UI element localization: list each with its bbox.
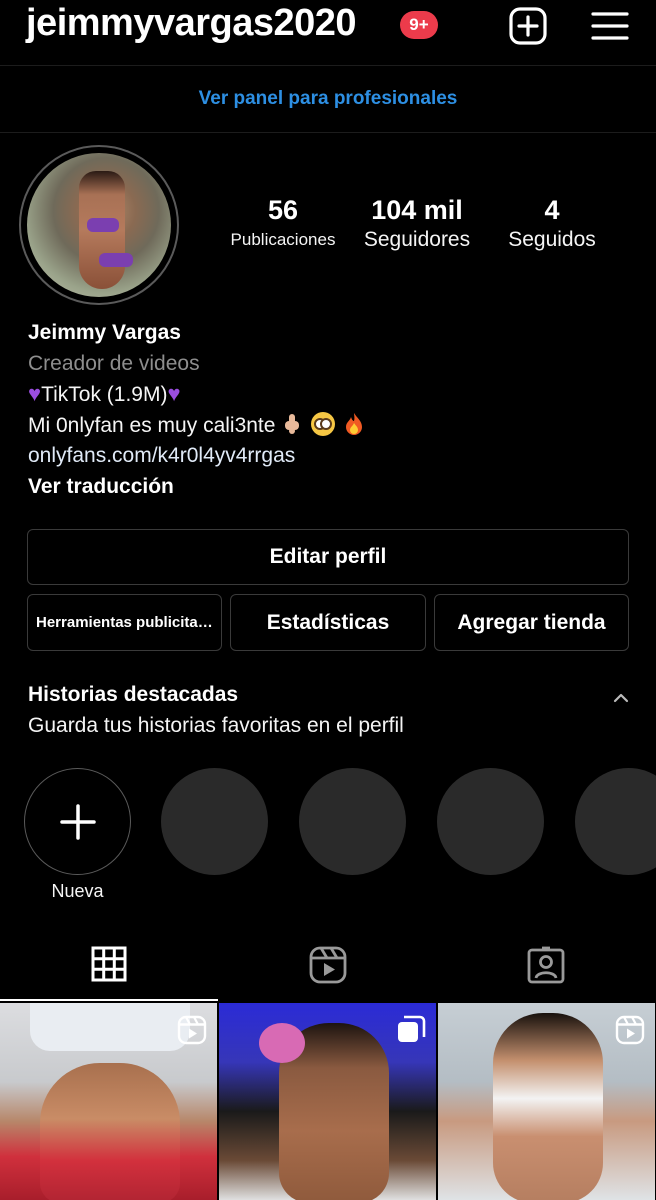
bio-tiktok-text: TikTok (1.9M) (41, 383, 168, 406)
bio-line-onlyfans: Mi 0nlyfan es muy cali3nte (28, 411, 628, 442)
see-translation-link[interactable]: Ver traducción (28, 472, 628, 503)
professional-dashboard-link[interactable]: Ver panel para profesionales (0, 67, 656, 133)
purple-heart-icon: ♥ (28, 381, 42, 406)
bio-link[interactable]: onlyfans.com/k4r0l4yv4rrgas (28, 441, 628, 472)
bio-line-tiktok: ♥TikTok (1.9M)♥ (28, 379, 628, 411)
following-count[interactable]: 4 Seguidos (496, 194, 608, 254)
followers-count-value: 104 mil (371, 195, 463, 225)
new-highlight-label: Nueva (51, 881, 104, 901)
edit-profile-button[interactable]: Editar perfil (27, 529, 629, 585)
highlight-placeholder (161, 768, 268, 875)
post-thumbnail[interactable] (0, 1003, 217, 1200)
post-thumbnail[interactable] (438, 1003, 655, 1200)
highlights-title: Historias destacadas (28, 683, 239, 706)
purple-heart-icon: ♥ (167, 381, 181, 406)
fire-icon (345, 412, 362, 435)
bio-onlyfans-text: Mi 0nlyfan es muy cali3nte (28, 413, 276, 437)
avatar-photo (27, 153, 171, 297)
plus-square-icon[interactable] (508, 6, 548, 46)
profile-tabs (0, 930, 656, 1002)
reels-icon (615, 1015, 645, 1045)
following-count-label: Seguidos (508, 228, 596, 251)
profile-bio: Jeimmy Vargas Creador de videos ♥TikTok … (28, 318, 628, 502)
flushed-face-icon (311, 411, 336, 436)
tagged-icon (527, 946, 565, 984)
notifications-badge[interactable]: 9+ (400, 11, 438, 39)
active-tab-indicator (0, 999, 218, 1001)
posts-count-label: Publicaciones (230, 230, 336, 249)
posts-count[interactable]: 56 Publicaciones (222, 194, 344, 254)
carousel-icon (398, 1015, 426, 1042)
new-highlight-button[interactable] (24, 768, 131, 875)
following-count-value: 4 (544, 195, 560, 225)
pointing-down-icon (285, 413, 300, 434)
highlight-placeholder (437, 768, 544, 875)
followers-count-label: Seguidores (363, 228, 471, 251)
top-bar: jeimmyvargas2020 9+ (0, 0, 656, 66)
grid-icon (91, 946, 127, 982)
insights-button[interactable]: Estadísticas (230, 594, 426, 651)
highlights-subtitle: Guarda tus historias favoritas en el per… (28, 714, 404, 737)
profile-category: Creador de videos (28, 351, 200, 375)
ad-tools-button[interactable]: Herramientas publicitarias (27, 594, 222, 651)
profile-name: Jeimmy Vargas (28, 321, 181, 344)
username-title[interactable]: jeimmyvargas2020 (26, 2, 357, 45)
profile-avatar[interactable] (19, 145, 179, 305)
tab-tagged[interactable] (438, 930, 656, 1002)
tab-reels[interactable] (219, 930, 437, 1002)
reels-icon (309, 946, 347, 984)
reels-icon (177, 1015, 207, 1045)
posts-count-value: 56 (267, 195, 299, 225)
highlight-placeholder (575, 768, 656, 875)
hamburger-menu-icon[interactable] (590, 6, 630, 46)
chevron-up-icon[interactable] (612, 690, 630, 704)
tab-posts-grid[interactable] (0, 930, 218, 1002)
plus-icon (60, 804, 96, 840)
followers-count[interactable]: 104 mil Seguidores (352, 194, 482, 254)
post-thumbnail[interactable] (219, 1003, 436, 1200)
highlight-placeholder (299, 768, 406, 875)
add-shop-button[interactable]: Agregar tienda (434, 594, 629, 651)
